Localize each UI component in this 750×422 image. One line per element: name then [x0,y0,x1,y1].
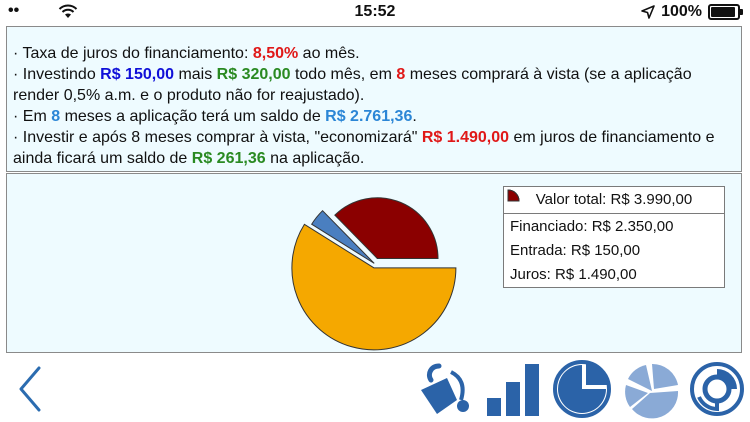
savings-line: · Investir e após 8 meses comprar à vist… [13,129,715,167]
balance-value: R$ 2.761,36 [325,108,413,125]
clock: 15:52 [354,3,396,20]
summary-panel: · Taxa de juros do financiamento: 8,50% … [6,26,742,172]
bottom-toolbar [0,358,750,422]
battery-icon [708,4,743,20]
legend-title: Valor total: R$ 3.990,00 [504,187,724,214]
chart-panel: Valor total: R$ 3.990,00 Financiado: R$ … [6,173,742,353]
status-bar: •• 15:52 100% [0,0,750,24]
interest-rate-value: 8,50% [252,45,299,62]
bar-chart-icon [487,364,539,416]
donut-chart-button[interactable] [688,358,746,420]
legend-item-financiado: Financiado: R$ 2.350,00 [504,189,724,238]
pie-chart-button[interactable] [550,358,614,420]
monthly-investment-value: R$ 320,00 [216,66,291,83]
bar-chart-button[interactable] [484,358,544,420]
months-value: 8 [51,108,61,125]
donut-chart-icon [690,362,744,416]
pie-chart-icon [553,360,611,418]
pie-segments-button[interactable] [620,358,684,420]
savings-value: R$ 1.490,00 [421,129,510,146]
location-arrow-icon [641,5,655,19]
pie-slice-juros[interactable] [334,197,439,259]
investment-line: · Investindo R$ 150,00 mais R$ 320,00 to… [13,66,692,104]
wedge-icon [507,189,520,202]
payment-icon [421,363,469,414]
payment-button[interactable] [414,358,478,420]
battery-percent: 100% [661,3,702,20]
months-value: 8 [396,66,406,83]
initial-investment-value: R$ 150,00 [100,66,174,83]
chart-legend: Valor total: R$ 3.990,00 Financiado: R$ … [503,186,725,288]
back-button[interactable] [8,358,52,420]
leftover-value: R$ 261,36 [191,150,266,167]
legend-item-entrada: Entrada: R$ 150,00 [504,189,724,262]
pie-segments-icon [625,363,679,419]
legend-item-juros: Juros: R$ 1.490,00 [504,189,724,286]
back-icon [19,366,41,412]
interest-rate-line: · Taxa de juros do financiamento: 8,50% … [13,45,360,62]
balance-line: · Em 8 meses a aplicação terá um saldo d… [13,108,417,125]
